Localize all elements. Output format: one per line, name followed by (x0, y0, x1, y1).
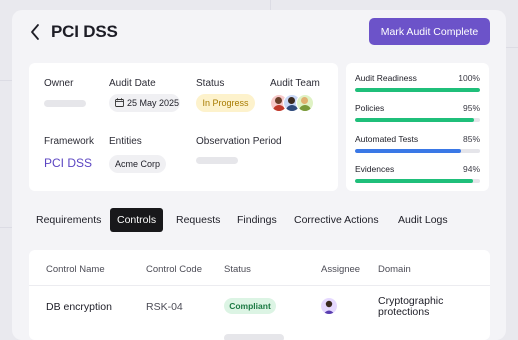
progress-fill (355, 149, 462, 153)
mark-audit-complete-button[interactable]: Mark Audit Complete (369, 18, 490, 45)
framework-label: Framework (44, 136, 95, 147)
tab-findings[interactable]: Findings (230, 208, 284, 232)
page-header: PCI DSS Mark Audit Complete (12, 10, 506, 54)
progress-track (355, 118, 480, 122)
audit-team-avatars[interactable] (270, 94, 314, 112)
progress-fill (355, 118, 474, 122)
progress-percent: 95% (462, 103, 480, 113)
background-line (270, 0, 271, 10)
progress-percent: 100% (458, 73, 480, 83)
progress-label: Evidences (355, 164, 395, 174)
background-line (0, 227, 12, 228)
page-title: PCI DSS (51, 22, 118, 41)
status-badge: In Progress (196, 94, 255, 112)
progress-percent: 94% (462, 164, 480, 174)
app-window: PCI DSS Mark Audit Complete Owner Audit … (12, 10, 506, 340)
status-label: Status (196, 78, 225, 89)
avatar[interactable] (296, 94, 314, 112)
audit-date-pill[interactable]: 25 May 2025 (109, 94, 180, 112)
entities-label: Entities (109, 136, 142, 147)
progress-track (355, 179, 480, 183)
progress-label: Automated Tests (355, 134, 419, 144)
control-code-cell: RSK-04 (146, 301, 183, 313)
tab-requirements[interactable]: Requirements (29, 208, 108, 232)
entity-badge: Acme Corp (109, 155, 166, 173)
tab-audit-logs[interactable]: Audit Logs (391, 208, 455, 232)
progress-fill (355, 88, 480, 92)
column-header: Domain (378, 264, 411, 275)
observation-period-placeholder (196, 157, 238, 164)
audit-date-label: Audit Date (109, 78, 156, 89)
audit-progress-card: Audit Readiness 100% Policies 95% Automa… (346, 63, 489, 191)
column-header: Assignee (321, 264, 361, 275)
tab-controls[interactable]: Controls (110, 208, 164, 232)
tab-requests[interactable]: Requests (169, 208, 227, 232)
row-placeholder (224, 334, 284, 340)
status-badge: Compliant (224, 298, 276, 314)
column-header: Control Code (146, 264, 202, 275)
audit-team-label: Audit Team (270, 78, 320, 89)
tab-corrective-actions[interactable]: Corrective Actions (287, 208, 386, 232)
progress-percent: 85% (462, 134, 480, 144)
control-name-cell: DB encryption (46, 301, 112, 313)
audit-date-value: 25 May 2025 (127, 98, 180, 108)
column-header: Control Name (46, 264, 105, 275)
progress-fill (355, 179, 473, 183)
progress-label: Policies (355, 103, 385, 113)
progress-label: Audit Readiness (355, 73, 417, 83)
calendar-icon (115, 97, 124, 109)
divider (29, 285, 490, 286)
column-header: Status (224, 264, 251, 275)
back-arrow-icon[interactable] (28, 22, 44, 42)
audit-info-card: Owner Audit Date 25 May 2025 Status In P… (29, 63, 338, 191)
owner-value-placeholder (44, 100, 86, 107)
background-line (0, 80, 12, 81)
progress-track (355, 149, 480, 153)
owner-label: Owner (44, 78, 74, 89)
avatar[interactable] (321, 298, 337, 314)
domain-cell: Cryptographic protections (378, 295, 444, 318)
framework-link[interactable]: PCI DSS (44, 156, 92, 170)
progress-track (355, 88, 480, 92)
background-line (506, 47, 518, 48)
observation-period-label: Observation Period (196, 136, 282, 147)
